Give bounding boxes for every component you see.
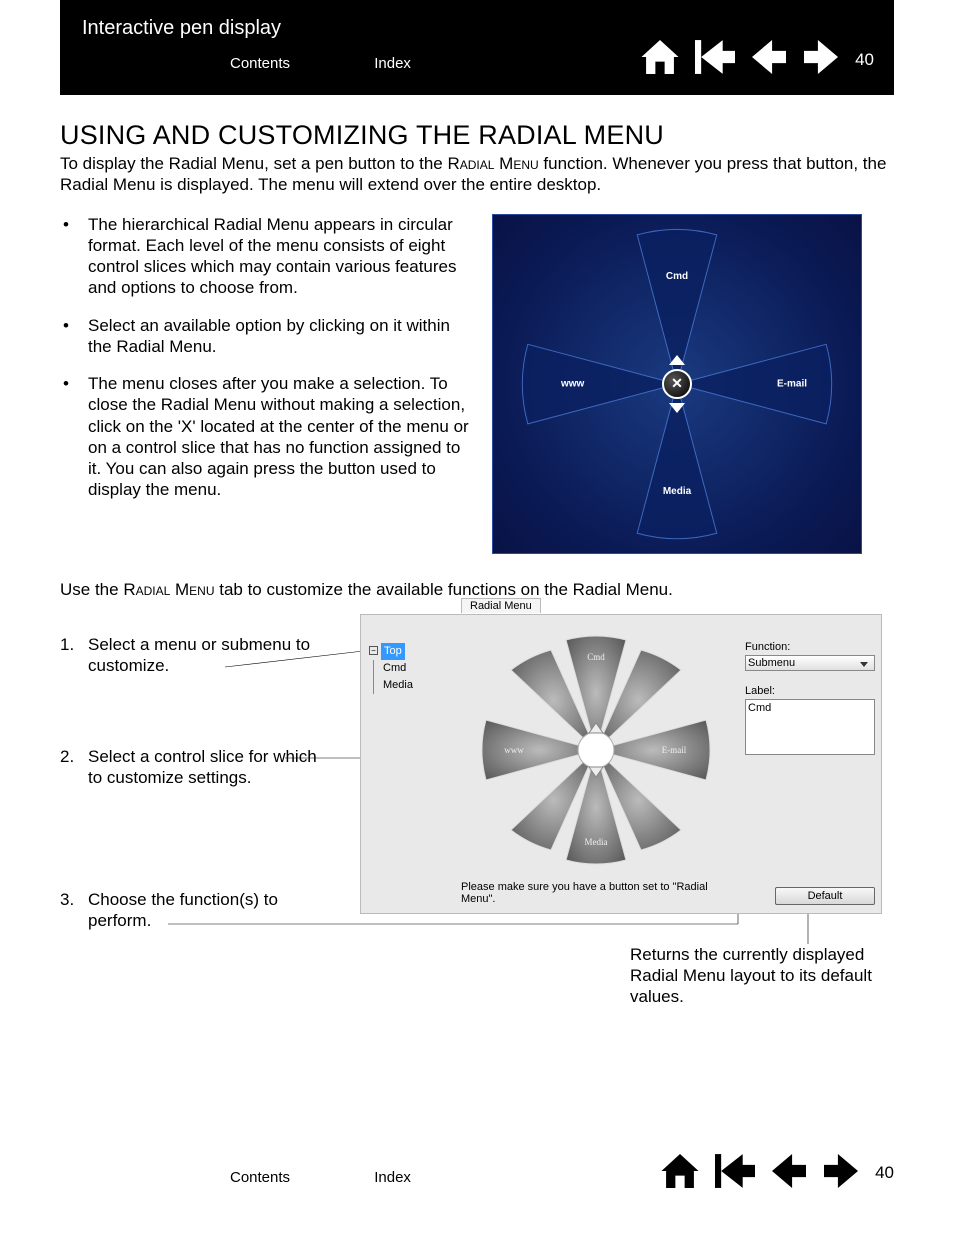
section-heading: USING AND CUSTOMIZING THE RADIAL MENU [60,120,894,151]
ring-label-www: www [504,745,524,755]
header-toolbar: Interactive pen display Contents Index 4… [60,0,894,95]
page-number-top: 40 [855,50,874,70]
label-value: Cmd [748,702,771,714]
midpara-sc: Radial Menu [123,580,214,599]
bullet-item: The menu closes after you make a selecti… [60,373,470,501]
function-dropdown[interactable]: Submenu [745,655,875,671]
midpara-b: tab to customize the available functions… [215,580,673,599]
bullet-item: The hierarchical Radial Menu appears in … [60,214,470,299]
panel-hint: Please make sure you have a button set t… [461,881,731,905]
radial-menu-preview: Cmd www E-mail Media [492,214,862,554]
chevron-up-icon [669,355,685,365]
next-page-icon[interactable] [823,1154,859,1193]
ring-label-cmd: Cmd [587,652,605,662]
chevron-down-icon [669,403,685,413]
home-icon[interactable] [641,40,679,79]
section-intro: To display the Radial Menu, set a pen bu… [60,153,894,196]
function-label: Function: [745,641,875,653]
customize-section: 1.Select a menu or submenu to customize.… [60,614,894,1014]
index-link[interactable]: Index [374,55,411,72]
ring-label-email: E-mail [662,745,687,755]
function-panel: Function: Submenu Label: Cmd [745,641,875,755]
tree-item-cmd[interactable]: Cmd [369,660,413,677]
intro-a: To display the Radial Menu, set a pen bu… [60,154,447,173]
step-text: Select a menu or submenu to customize. [88,635,310,675]
first-page-icon[interactable] [695,40,735,79]
radial-menu-settings-panel: Radial Menu −Top Cmd Media [360,614,882,914]
step-list: 1.Select a menu or submenu to customize.… [60,634,330,1002]
menu-tree: −Top Cmd Media [369,643,413,694]
step-item: 1.Select a menu or submenu to customize. [60,634,330,677]
close-icon[interactable] [662,369,692,399]
step-item: 2.Select a control slice for which to cu… [60,746,330,789]
footer-links: Contents Index [230,1169,491,1186]
step-item: 3.Choose the function(s) to perform. [60,889,330,932]
radial-label-cmd: Cmd [666,271,688,282]
contents-link-footer[interactable]: Contents [230,1169,290,1186]
bullet-item: Select an available option by clicking o… [60,315,470,358]
footer-toolbar: Contents Index 40 [60,1114,894,1174]
next-page-icon[interactable] [803,40,839,79]
tab-radial-menu[interactable]: Radial Menu [461,598,541,613]
radial-label-media: Media [663,486,691,497]
header-links: Contents Index [230,55,491,72]
default-description: Returns the currently displayed Radial M… [630,944,875,1008]
tree-item-media[interactable]: Media [369,677,413,694]
label-label: Label: [745,685,875,697]
prev-page-icon[interactable] [771,1154,807,1193]
ring-label-media: Media [585,837,608,847]
step-text: Choose the function(s) to perform. [88,890,278,930]
first-page-icon[interactable] [715,1154,755,1193]
prev-page-icon[interactable] [751,40,787,79]
intro-sc: Radial Menu [447,154,538,173]
header-nav-icons: 40 [641,40,874,79]
footer-nav-icons: 40 [661,1154,894,1193]
home-icon[interactable] [661,1154,699,1193]
midpara-a: Use the [60,580,123,599]
function-value: Submenu [748,657,795,669]
doc-title: Interactive pen display [82,17,281,40]
default-button[interactable]: Default [775,887,875,905]
index-link-footer[interactable]: Index [374,1169,411,1186]
tree-collapse-icon[interactable]: − [369,646,378,655]
radial-label-email: E-mail [777,378,807,389]
tree-item-top[interactable]: Top [381,643,405,660]
mid-paragraph: Use the Radial Menu tab to customize the… [60,580,894,600]
label-input[interactable]: Cmd [745,699,875,755]
step-text: Select a control slice for which to cust… [88,747,317,787]
bullet-list: The hierarchical Radial Menu appears in … [60,214,470,554]
contents-link[interactable]: Contents [230,55,290,72]
radial-menu-editor[interactable]: Cmd www E-mail Media [456,625,736,875]
radial-label-www: www [561,378,584,389]
page-number-bottom: 40 [875,1163,894,1183]
